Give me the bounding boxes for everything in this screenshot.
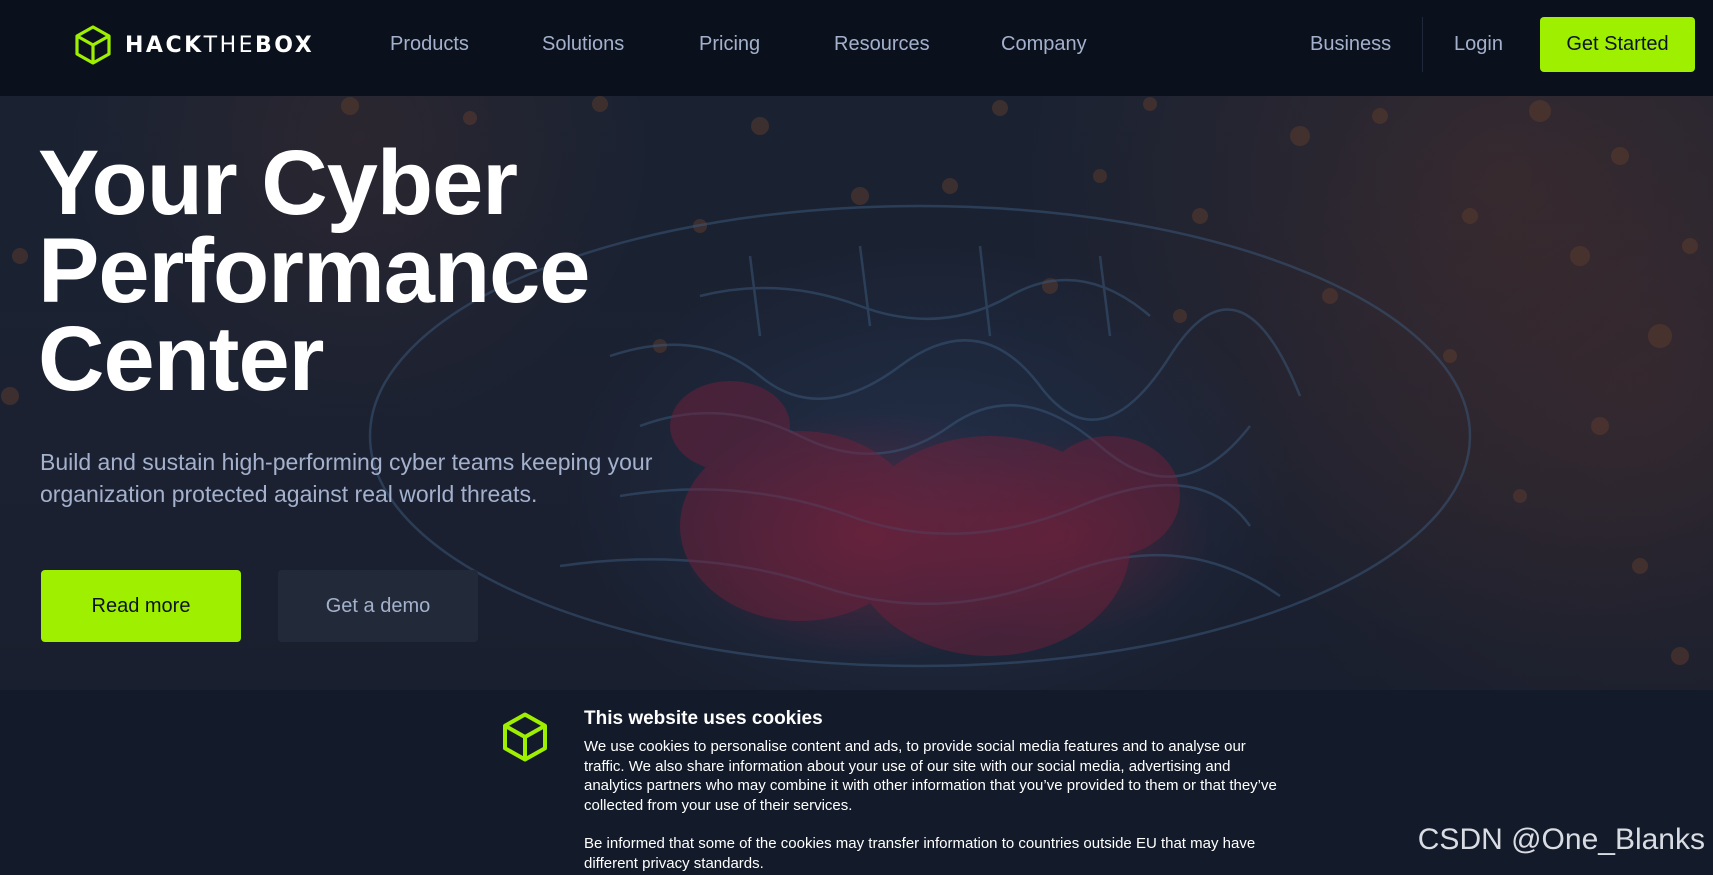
top-navbar: HACKTHEBOX Products Solutions Pricing Re… (0, 0, 1713, 96)
cookie-privacy-note: Be informed that some of the cookies may… (584, 835, 1256, 872)
cookie-title: This website uses cookies (584, 708, 823, 729)
nav-link-company[interactable]: Company (1001, 33, 1087, 56)
nav-link-resources[interactable]: Resources (834, 33, 930, 56)
hero-title: Your Cyber Performance Center (38, 132, 758, 410)
nav-link-products[interactable]: Products (390, 33, 469, 56)
site-logo[interactable]: HACKTHEBOX (73, 24, 314, 66)
nav-link-business[interactable]: Business (1310, 33, 1391, 56)
get-demo-button[interactable]: Get a demo (278, 570, 478, 642)
read-more-button[interactable]: Read more (41, 570, 241, 642)
nav-link-pricing[interactable]: Pricing (699, 33, 760, 56)
cube-logo-icon (75, 25, 111, 65)
hero-section: Your Cyber Performance Center Build and … (0, 96, 1713, 690)
cube-logo-icon (503, 712, 547, 762)
get-started-button[interactable]: Get Started (1540, 17, 1695, 72)
hero-title-line: Your Cyber (38, 132, 518, 234)
hero-title-line: Center (38, 308, 324, 410)
watermark: CSDN @One_Blanks (1417, 823, 1705, 856)
page: HACKTHEBOX Products Solutions Pricing Re… (0, 0, 1713, 875)
cookie-description: We use cookies to personalise content an… (584, 738, 1277, 814)
hero-subtitle: Build and sustain high-performing cyber … (40, 449, 653, 507)
login-link[interactable]: Login (1454, 33, 1503, 56)
nav-link-solutions[interactable]: Solutions (542, 33, 624, 56)
nav-divider (1422, 17, 1423, 72)
hero-title-line: Performance (38, 220, 590, 322)
logo-wordmark: HACKTHEBOX (125, 32, 315, 58)
